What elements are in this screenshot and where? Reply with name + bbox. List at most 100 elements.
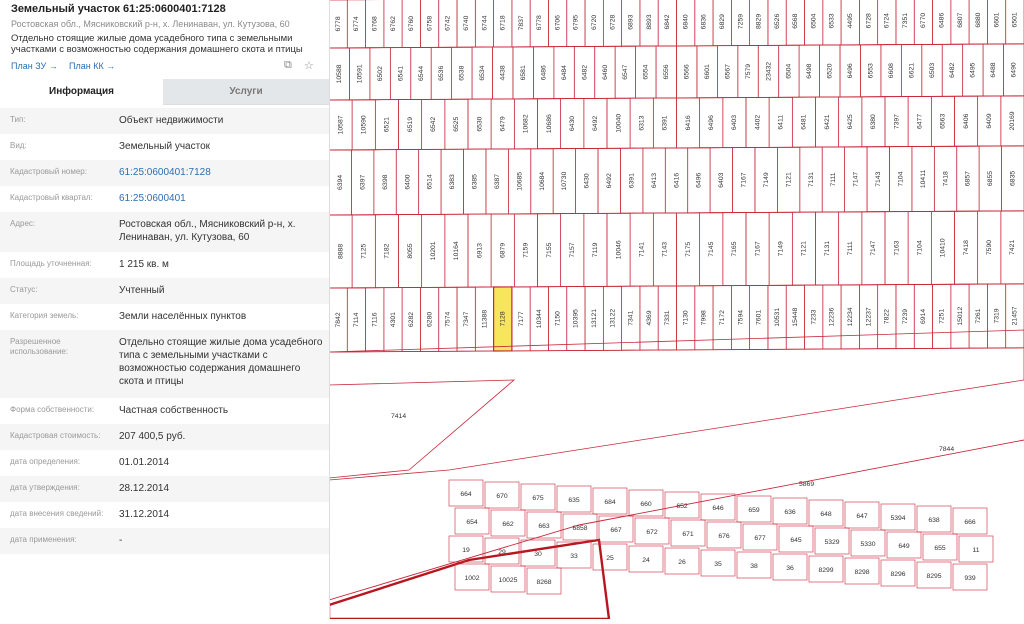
- parcel-number: 7998: [701, 310, 708, 325]
- parcel-number: 6770: [920, 13, 927, 28]
- parcel-number: 654: [466, 519, 478, 526]
- parcel-number: 1002: [464, 575, 479, 582]
- parcel-number: 33: [570, 553, 578, 560]
- parcel-number: 29: [498, 549, 506, 556]
- parcel-number: 10730: [561, 171, 568, 190]
- parcel-number: 6542: [430, 117, 437, 132]
- parcel-number: 35: [714, 561, 722, 568]
- cadastral-map-canvas[interactable]: 6778 6774 6768 6762 6760 6758 6742 6740 6744 6718…: [327, 0, 1024, 621]
- attr-label: дата внесения сведений:: [10, 509, 104, 518]
- parcel-number: 6914: [920, 309, 927, 324]
- tab-information[interactable]: Информация: [0, 79, 163, 104]
- cadastral-map[interactable]: 6778 6774 6768 6762 6760 6758 6742 6740 6744 6718…: [327, 0, 1024, 621]
- parcel-number: 6411: [778, 115, 785, 130]
- parcel-number: 8299: [818, 567, 833, 574]
- parcel-number: 7331: [664, 310, 671, 325]
- attr-row-date-approved: дата утверждения: 28.12.2014: [0, 476, 329, 502]
- parcel-number: 6621: [908, 63, 915, 78]
- parcel-number: 6718: [500, 15, 507, 30]
- parcel-number: 6397: [359, 175, 366, 190]
- map-compare-icon[interactable]: ⧉: [284, 59, 292, 72]
- parcel-number: 7341: [628, 310, 635, 325]
- parcel-number: 6486: [540, 65, 547, 80]
- cadastral-number-link[interactable]: 61:25:0600401:7128: [119, 166, 324, 179]
- parcel-number: 672: [646, 529, 658, 536]
- parcel-number: 636: [784, 509, 796, 516]
- parcel-number: 6530: [476, 116, 483, 131]
- parcel-number: 7397: [893, 114, 900, 129]
- attr-value: 31.12.2014: [119, 509, 170, 520]
- attr-label: Кадастровый номер:: [10, 167, 87, 176]
- parcel-number: 6313: [639, 115, 646, 130]
- parcel-number: 7143: [662, 242, 669, 257]
- parcel-number: 6541: [397, 66, 404, 81]
- parcel-number: 10344: [536, 309, 543, 328]
- parcel-number: 6720: [591, 15, 598, 30]
- parcel-number: 7239: [902, 309, 909, 324]
- attr-row-cadastral-number: Кадастровый номер: 61:25:0600401:7128: [0, 160, 329, 186]
- parcel-number: 6488: [990, 62, 997, 77]
- parcel-number: 6482: [949, 62, 956, 77]
- attr-value: Частная собственность: [119, 405, 229, 416]
- parcel-number: 6514: [427, 174, 434, 189]
- parcel-number: 648: [820, 511, 832, 518]
- parcel-number: 7141: [639, 242, 646, 257]
- parcel-number: 6496: [708, 115, 715, 130]
- parcel-number: 645: [790, 537, 802, 544]
- parcel-number: 635: [568, 497, 580, 504]
- parcel-number: 647: [856, 513, 868, 520]
- attr-label: Площадь уточненная:: [10, 259, 92, 268]
- parcel-number: 10164: [453, 241, 460, 260]
- parcel-number: 6566: [684, 64, 691, 79]
- parcel-number: 6498: [806, 63, 813, 78]
- parcel-number: 6496: [847, 63, 854, 78]
- parcel-number: 6880: [975, 12, 982, 27]
- parcel-number: 11388: [481, 310, 488, 329]
- star-icon[interactable]: ☆: [304, 59, 314, 72]
- parcel-number: 10410: [940, 238, 947, 257]
- parcel-number: 6526: [774, 14, 781, 29]
- parcel-number: 7149: [763, 172, 770, 187]
- cadastral-quarter-link[interactable]: 61:25:0600401: [119, 192, 324, 205]
- attr-label: Статус:: [10, 285, 38, 294]
- parcel-number: 5330: [860, 541, 875, 548]
- parcel-number: 10587: [337, 115, 344, 134]
- parcel-number: 13121: [591, 309, 598, 328]
- parcel-number: 7822: [884, 309, 891, 324]
- parcel-number: 10685: [516, 172, 523, 191]
- parcel-number: 7159: [523, 243, 530, 258]
- parcel-number: 21457: [1012, 306, 1019, 325]
- parcel-number: 6413: [651, 173, 658, 188]
- parcel-number: 6479: [500, 116, 507, 131]
- plan-zu-link[interactable]: План ЗУ →: [11, 61, 58, 71]
- attr-label: Кадастровый квартал:: [10, 193, 93, 202]
- parcel-number: 6403: [731, 115, 738, 130]
- parcel-number: 6768: [372, 16, 379, 31]
- parcel-number: 6608: [888, 63, 895, 78]
- parcel-number: 6842: [664, 14, 671, 29]
- tab-services[interactable]: Услуги: [163, 79, 329, 105]
- attr-label: Вид:: [10, 141, 27, 150]
- parcel-number: 24: [642, 557, 650, 564]
- parcel-number: 8268: [536, 579, 551, 586]
- parcel-number: 7182: [384, 243, 391, 258]
- parcel-number: 6913: [476, 243, 483, 258]
- parcel-number: 7114: [353, 312, 360, 327]
- parcel-number: 7251: [938, 309, 945, 324]
- attr-value: -: [119, 535, 123, 546]
- parcel-number: 7347: [463, 311, 470, 326]
- parcel-number: 6778: [335, 16, 342, 31]
- parcel-number: 4495: [847, 13, 854, 28]
- plan-kk-link[interactable]: План КК →: [69, 61, 115, 71]
- parcel-number: 10040: [615, 114, 622, 133]
- parcel-number: 7421: [1009, 240, 1016, 255]
- parcel-number: 4369: [646, 310, 653, 325]
- parcel-number: 6855: [987, 171, 994, 186]
- parcel-number: 6380: [870, 114, 877, 129]
- parcel-number: 7177: [518, 311, 525, 326]
- parcel-number: 6416: [673, 173, 680, 188]
- parcel-number: 676: [718, 533, 730, 540]
- parcel-number: 7844: [939, 446, 954, 453]
- parcel-number: 10682: [523, 114, 530, 133]
- attr-value: Земельный участок: [119, 141, 211, 152]
